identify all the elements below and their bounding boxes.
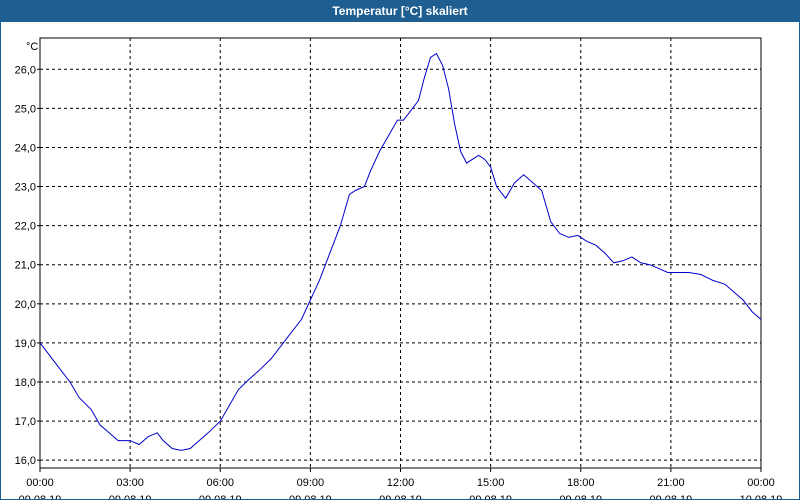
x-tick-time-label: 21:00 (657, 477, 685, 489)
temperature-line-chart: 16,0 17,0 18,0 19,0 20,0 21,0 22,0 23,0 24,0 25,0… (15, 37, 783, 500)
y-tick-label: 17,0 (15, 416, 36, 428)
x-tick-date-label: 09.08.19 (469, 494, 512, 500)
y-axis-unit-label: °C (26, 41, 38, 53)
y-tick-label: 26,0 (15, 64, 36, 76)
window-titlebar: Temperatur [°C] skaliert (0, 0, 800, 22)
grid-lines (40, 38, 761, 468)
temperature-series-line (39, 52, 762, 451)
x-axis: 00:00 09.08.19 03:00 09.08.19 06:00 09.08.19 0… (19, 468, 783, 500)
y-tick-label: 24,0 (15, 142, 36, 154)
x-tick-date-label: 09.08.19 (289, 494, 332, 500)
chart-window: Temperatur [°C] skaliert 16,0 17,0 18,0 19,… (0, 0, 800, 500)
x-tick-time-label: 06:00 (206, 477, 234, 489)
x-tick-date-label: 09.08.19 (199, 494, 242, 500)
x-tick-time-label: 12:00 (387, 477, 415, 489)
x-tick-time-label: 03:00 (116, 477, 144, 489)
x-tick-date-label: 09.08.19 (649, 494, 692, 500)
x-tick-date-label: 09.08.19 (379, 494, 422, 500)
plot-area-frame (39, 37, 762, 469)
y-tick-label: 23,0 (15, 182, 36, 194)
y-tick-label: 20,0 (15, 299, 36, 311)
x-tick-date-label: 09.08.19 (19, 494, 62, 500)
x-tick-time-label: 00:00 (747, 477, 775, 489)
x-tick-date-label: 09.08.19 (559, 494, 602, 500)
x-tick-time-label: 09:00 (297, 477, 325, 489)
y-tick-label: 25,0 (15, 103, 36, 115)
x-tick-date-label: 10.08.19 (740, 494, 783, 500)
y-axis: 16,0 17,0 18,0 19,0 20,0 21,0 22,0 23,0 24,0 25,0… (15, 64, 40, 467)
x-tick-time-label: 00:00 (26, 477, 54, 489)
y-tick-label: 18,0 (15, 377, 36, 389)
x-tick-date-label: 09.08.19 (109, 494, 152, 500)
window-title: Temperatur [°C] skaliert (332, 4, 468, 18)
y-tick-label: 22,0 (15, 221, 36, 233)
x-tick-time-label: 15:00 (477, 477, 505, 489)
y-tick-label: 16,0 (15, 455, 36, 467)
x-tick-time-label: 18:00 (567, 477, 595, 489)
y-tick-label: 21,0 (15, 260, 36, 272)
y-tick-label: 19,0 (15, 338, 36, 350)
